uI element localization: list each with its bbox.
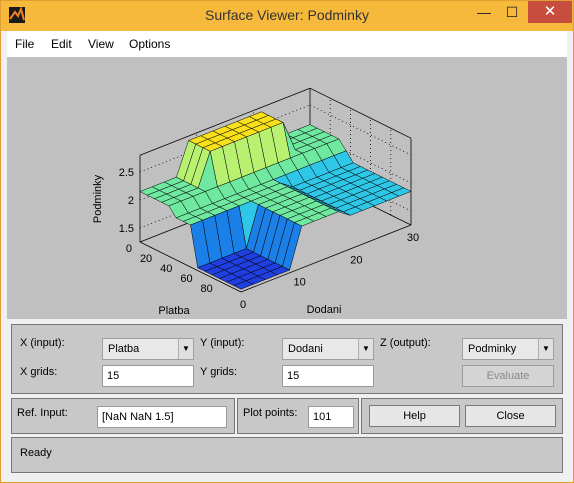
y-input-label: Y (input): — [200, 337, 245, 349]
dodani-tick-label: 30 — [407, 232, 419, 244]
dodani-tick-label: 10 — [294, 277, 306, 289]
platba-tick-label: 20 — [140, 253, 152, 265]
plot-points-field[interactable]: 101 — [308, 406, 354, 428]
ref-input-panel: Ref. Input: [NaN NaN 1.5] — [11, 398, 235, 434]
z-output-select[interactable]: Podminky ▼ — [462, 338, 554, 360]
surface-viewer-window: Surface Viewer: Podminky — ☐ ✕ File Edit… — [0, 0, 574, 483]
ref-input-label: Ref. Input: — [17, 407, 68, 419]
x-input-value: Platba — [108, 343, 140, 355]
y-input-value: Dodani — [288, 343, 323, 355]
chevron-down-icon: ▼ — [538, 339, 553, 359]
evaluate-button[interactable]: Evaluate — [462, 365, 554, 387]
close-button[interactable]: Close — [465, 405, 556, 427]
minimize-button[interactable]: — — [469, 1, 499, 23]
dodani-tick-label: 20 — [350, 254, 362, 266]
platba-tick-label: 80 — [201, 283, 213, 295]
surface-mesh — [139, 111, 412, 290]
surface-plot[interactable]: 2.521.50204060800102030 Podminky Platba … — [7, 57, 567, 319]
menu-file[interactable]: File — [15, 37, 34, 51]
y-axis-label: Dodani — [307, 304, 342, 316]
status-text: Ready — [20, 447, 52, 459]
menu-edit[interactable]: Edit — [51, 37, 72, 51]
z-tick-label: 1.5 — [119, 223, 134, 235]
maximize-button[interactable]: ☐ — [497, 1, 527, 23]
axes-panel: X (input): Platba ▼ Y (input): Dodani ▼ … — [11, 324, 563, 394]
x-input-label: X (input): — [20, 337, 65, 349]
y-grids-input[interactable]: 15 — [282, 365, 374, 387]
chevron-down-icon: ▼ — [358, 339, 373, 359]
action-buttons-panel: Help Close — [361, 398, 563, 434]
menu-options[interactable]: Options — [129, 37, 170, 51]
z-tick-label: 2 — [128, 195, 134, 207]
z-output-label: Z (output): — [380, 337, 431, 349]
menu-bar: File Edit View Options — [7, 31, 567, 57]
platba-tick-label: 40 — [160, 263, 172, 275]
x-grids-input[interactable]: 15 — [102, 365, 194, 387]
plot-points-label: Plot points: — [243, 407, 298, 419]
z-axis-label: Podminky — [92, 174, 104, 223]
y-grids-label: Y grids: — [200, 366, 238, 378]
plot-points-panel: Plot points: 101 — [237, 398, 359, 434]
menu-view[interactable]: View — [88, 37, 114, 51]
title-bar[interactable]: Surface Viewer: Podminky — ☐ ✕ — [1, 1, 573, 31]
ref-input-field[interactable]: [NaN NaN 1.5] — [97, 406, 227, 428]
x-axis-label: Platba — [158, 305, 190, 317]
chevron-down-icon: ▼ — [178, 339, 193, 359]
plot-area[interactable]: 2.5 2 1.5 0 20 40 60 80 0 10 20 30 Podminky Platba … — [7, 57, 567, 319]
x-grids-label: X grids: — [20, 366, 58, 378]
close-window-button[interactable]: ✕ — [528, 1, 572, 23]
z-tick-label: 2.5 — [119, 167, 134, 179]
y-input-select[interactable]: Dodani ▼ — [282, 338, 374, 360]
platba-tick-label: 0 — [126, 243, 132, 255]
platba-tick-label: 60 — [180, 273, 192, 285]
status-panel: Ready — [11, 437, 563, 473]
help-button[interactable]: Help — [369, 405, 460, 427]
z-output-value: Podminky — [468, 343, 517, 355]
x-input-select[interactable]: Platba ▼ — [102, 338, 194, 360]
dodani-tick-label: 0 — [240, 299, 246, 311]
